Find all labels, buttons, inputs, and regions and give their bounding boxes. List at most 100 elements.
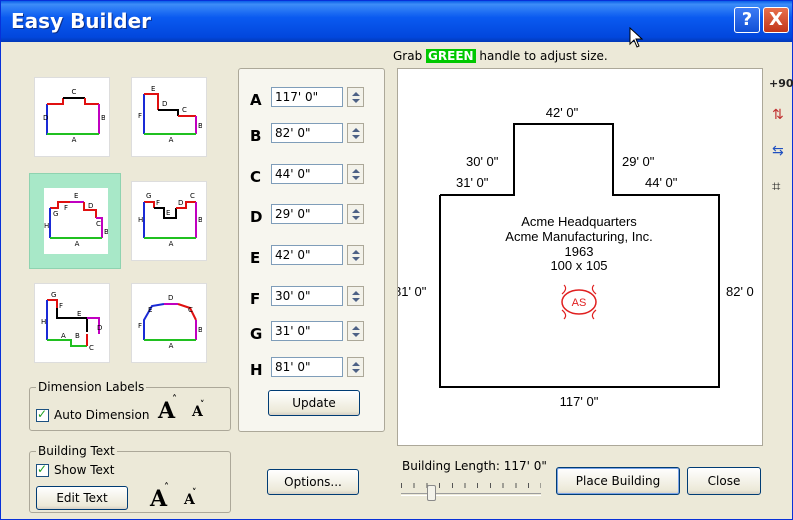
dimension-input-b[interactable]: 82' 0" [271, 123, 343, 143]
dimension-input-d[interactable]: 29' 0" [271, 204, 343, 224]
edit-text-button[interactable]: Edit Text [36, 486, 128, 510]
svg-text:G: G [146, 192, 151, 200]
title-bar[interactable]: Easy Builder ? X [1, 1, 792, 42]
svg-text:D: D [97, 324, 102, 332]
slider-thumb[interactable] [427, 485, 437, 501]
dimension-label-g: G [250, 325, 263, 343]
svg-text:B: B [101, 114, 105, 122]
resize-hint: Grab GREEN handle to adjust size. [393, 49, 608, 63]
svg-text:B: B [75, 332, 80, 340]
dimension-label-f: F [250, 290, 261, 308]
svg-text:A: A [61, 332, 66, 340]
building-length-label: Building Length: 117' 0" [402, 459, 547, 473]
close-button[interactable]: Close [687, 467, 761, 495]
shape-option-6[interactable]: D E C F B A [131, 283, 207, 363]
svg-text:C: C [182, 106, 187, 114]
svg-text:C: C [188, 306, 193, 314]
svg-text:B: B [104, 228, 108, 236]
as-stamp-icon: AS [561, 284, 597, 320]
show-text-label[interactable]: Show Text [54, 463, 114, 477]
svg-text:F: F [156, 199, 160, 207]
building-text-group: Building Text Show Text Edit Text A ˄ A … [29, 444, 231, 513]
dimension-input-e[interactable]: 42' 0" [271, 245, 343, 265]
increase-font-caret: ˄ [172, 394, 177, 405]
options-button[interactable]: Options... [267, 469, 359, 495]
flip-horizontal-icon[interactable]: ⇆ [772, 143, 784, 159]
auto-dimension-label[interactable]: Auto Dimension [54, 408, 149, 422]
svg-text:A: A [75, 240, 80, 248]
dimension-input-f[interactable]: 30' 0" [271, 286, 343, 306]
dim-top-text: 42' 0" [546, 105, 579, 120]
dimension-labels-group: Dimension Labels Auto Dimension A ˄ A ˅ [29, 380, 231, 431]
dimension-spinner-c[interactable] [347, 164, 364, 184]
close-window-button[interactable]: X [763, 7, 789, 33]
svg-text:F: F [59, 302, 63, 310]
shape-complex-a-icon: E D F G C H B A [44, 188, 108, 254]
rotate-90-icon[interactable]: +90 [769, 77, 793, 90]
shape-option-1[interactable]: C D B A [34, 77, 110, 157]
hint-green-label: GREEN [426, 49, 476, 63]
shape-option-4[interactable]: G F E D C H B A [131, 181, 207, 261]
text-decrease-font-caret: ˅ [192, 488, 197, 498]
svg-text:D: D [178, 199, 183, 207]
dim-right-text: 82' 0 [726, 284, 754, 299]
svg-text:D: D [162, 100, 167, 108]
hint-prefix: Grab [393, 49, 423, 63]
shape-option-2[interactable]: E D C F B A [131, 77, 207, 157]
update-button[interactable]: Update [268, 390, 360, 416]
dimension-spinner-h[interactable] [347, 357, 364, 377]
svg-text:C: C [89, 344, 94, 352]
dimension-label-d: D [250, 208, 263, 226]
svg-text:F: F [138, 322, 142, 330]
dim-right-lower-text: 44' 0" [645, 175, 678, 190]
place-building-button[interactable]: Place Building [556, 467, 680, 495]
dimension-spinner-f[interactable] [347, 286, 364, 306]
dimension-label-b: B [250, 127, 262, 145]
svg-text:D: D [88, 202, 93, 210]
building-length-slider[interactable] [399, 479, 547, 503]
svg-text:E: E [74, 192, 78, 200]
auto-dimension-checkbox[interactable] [36, 407, 49, 422]
svg-text:F: F [64, 204, 68, 212]
dimension-label-a: A [250, 91, 262, 109]
svg-text:C: C [72, 88, 77, 96]
svg-text:B: B [198, 216, 202, 224]
dimension-spinner-d[interactable] [347, 204, 364, 224]
building-outline: 42' 0" 30' 0" 31' 0" 29' 0" 44' 0" 81' 0… [398, 105, 754, 409]
decrease-font-caret: ˅ [200, 400, 205, 410]
svg-text:E: E [151, 85, 155, 93]
text-increase-font-caret: ˄ [164, 482, 169, 493]
stamp-text: AS [572, 297, 587, 309]
flip-vertical-icon[interactable]: ⇅ [772, 107, 784, 123]
svg-text:F: F [138, 112, 142, 120]
svg-text:E: E [166, 209, 170, 217]
dimension-label-h: H [250, 361, 263, 379]
window-title: Easy Builder [11, 9, 151, 33]
dimension-input-c[interactable]: 44' 0" [271, 164, 343, 184]
svg-text:A: A [169, 240, 174, 248]
dimension-spinner-a[interactable] [347, 87, 364, 107]
show-text-checkbox[interactable] [36, 462, 49, 477]
dimension-input-a[interactable]: 117' 0" [271, 87, 343, 107]
dimension-spinner-b[interactable] [347, 123, 364, 143]
slider-ticks [401, 483, 541, 488]
svg-text:E: E [148, 306, 152, 314]
shape-zigzag-icon: G F E H D B A C [41, 291, 102, 352]
help-button[interactable]: ? [734, 7, 760, 33]
svg-text:G: G [53, 210, 58, 218]
svg-text:A: A [169, 136, 174, 144]
easy-builder-window: Easy Builder ? X Grab GREEN handle to ad… [0, 0, 793, 520]
building-preview-canvas[interactable]: 42' 0" 30' 0" 31' 0" 29' 0" 44' 0" 81' 0… [397, 68, 763, 446]
dimension-input-g[interactable]: 31' 0" [271, 321, 343, 341]
resize-icon[interactable]: ⌗ [772, 177, 780, 195]
svg-text:A: A [72, 136, 77, 144]
svg-text:C: C [190, 192, 195, 200]
shape-option-5[interactable]: G F E H D B A C [34, 283, 110, 363]
dimension-label-e: E [250, 249, 261, 267]
dimension-spinner-g[interactable] [347, 321, 364, 341]
shape-option-3-selected[interactable]: E D F G C H B A [29, 173, 121, 269]
dimension-input-h[interactable]: 81' 0" [271, 357, 343, 377]
dimension-spinner-e[interactable] [347, 245, 364, 265]
svg-text:E: E [77, 310, 81, 318]
dimension-label-c: C [250, 168, 262, 186]
